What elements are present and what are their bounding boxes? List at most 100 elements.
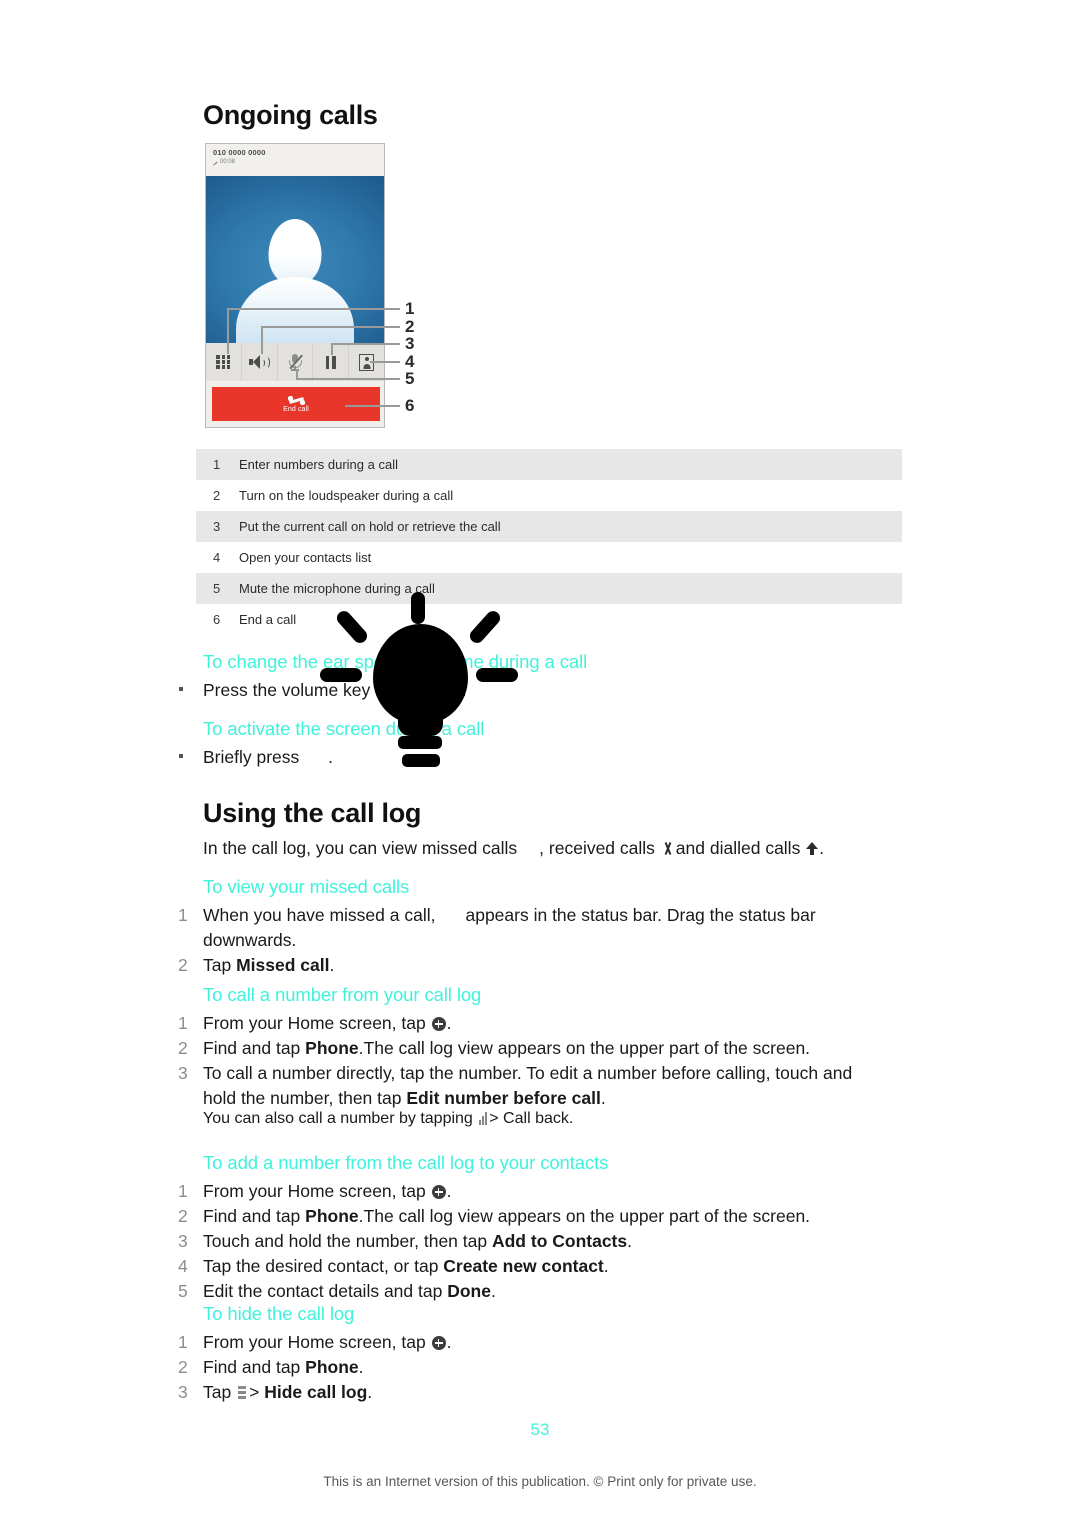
step-text-bold: Phone — [305, 1038, 359, 1058]
table-row: 2 Turn on the loudspeaker during a call — [196, 480, 902, 511]
options-menu-icon — [479, 1112, 488, 1125]
step-text-suffix: . — [490, 1281, 496, 1301]
list-item: 2 Tap Missed call. — [178, 953, 888, 978]
lightbulb-glass — [373, 624, 468, 724]
step-text-suffix: . — [329, 955, 335, 975]
step-text-prefix: Tap the desired contact, or tap — [203, 1256, 439, 1276]
step-text-suffix: . — [603, 1256, 609, 1276]
call-log-intro-text: In the call log, you can view missed cal… — [203, 836, 903, 861]
bullet-text-prefix: Briefly press — [203, 747, 300, 767]
step-text-bold: Create new contact — [443, 1256, 604, 1276]
step-number: 1 — [178, 1013, 188, 1033]
list-item: 3 Touch and hold the number, then tap Ad… — [178, 1229, 888, 1254]
legend-number: 5 — [213, 581, 221, 596]
footer-copyright-note: This is an Internet version of this publ… — [323, 1474, 757, 1489]
end-call-icon — [286, 395, 306, 406]
step-text: Tap > Hide call log. — [203, 1380, 888, 1405]
step-text: To call a number directly, tap the numbe… — [203, 1061, 888, 1111]
table-row: 1 Enter numbers during a call — [196, 449, 902, 480]
speaker-icon — [249, 355, 270, 370]
mute-microphone-button[interactable] — [278, 343, 314, 381]
list-item: 1 From your Home screen, tap . — [178, 1330, 888, 1355]
bullet-dot-icon — [179, 754, 183, 758]
step-text: Edit the contact details and tap Done. — [203, 1279, 888, 1304]
step-text-bold: Add to Contacts — [491, 1231, 628, 1251]
bullet-text-suffix: . — [328, 747, 334, 767]
page-title-ongoing-calls: Ongoing calls — [203, 100, 378, 130]
heading-activate-screen-during-call: To activate the screen during a call — [203, 718, 485, 739]
legend-text: Put the current call on hold or retrieve… — [239, 519, 501, 534]
callout-number-4: 4 — [405, 352, 415, 371]
step-text-prefix: From your Home screen, tap — [203, 1181, 426, 1201]
phone-number-label: 010 0000 0000 — [213, 148, 266, 157]
step-text-suffix: . — [446, 1013, 452, 1033]
step-text: When you have missed a call, appears in t… — [203, 903, 888, 953]
heading-view-missed-calls: To view your missed calls — [203, 876, 410, 897]
step-text-prefix: Find and tap — [203, 1357, 301, 1377]
step-number: 1 — [178, 1332, 188, 1352]
step-text: Touch and hold the number, then tap Add … — [203, 1229, 888, 1254]
intro-part-1: In the call log, you can view missed cal… — [203, 838, 518, 858]
bullet-text: Press the volume key up or down. — [203, 680, 467, 700]
list-item: 2 Find and tap Phone.The call log view a… — [178, 1204, 888, 1229]
list-item: 1 When you have missed a call, appears in… — [178, 903, 888, 953]
callout-number-1: 1 — [405, 299, 415, 318]
keypad-button[interactable] — [206, 343, 242, 381]
intro-part-4: . — [819, 838, 825, 858]
step-text-bold: Edit number before call — [406, 1088, 601, 1108]
dialled-call-icon — [806, 842, 819, 855]
step-text: Tap the desired contact, or tap Create n… — [203, 1254, 888, 1279]
step-number: 2 — [178, 1206, 188, 1226]
step-text-suffix: . — [627, 1231, 632, 1251]
step-text-prefix: Find and tap — [203, 1206, 301, 1226]
page-number: 53 — [530, 1420, 550, 1439]
home-apps-icon — [431, 1185, 446, 1199]
received-call-icon — [662, 842, 674, 855]
step-text-prefix: From your Home screen, tap — [203, 1332, 426, 1352]
callout-number-5: 5 — [405, 369, 415, 388]
step-text-suffix: . — [446, 1181, 452, 1201]
step-number: 2 — [178, 1038, 188, 1058]
phone-status-header: 010 0000 0000 00:08 — [206, 144, 384, 176]
legend-number: 6 — [213, 612, 221, 627]
page-title-using-call-log: Using the call log — [203, 798, 422, 828]
loudspeaker-button[interactable] — [242, 343, 278, 381]
step-text-suffix: . — [358, 1357, 364, 1377]
document-page: Ongoing calls 010 0000 0000 00:08 End ca… — [0, 0, 1080, 1527]
end-call-button[interactable]: End call — [212, 387, 380, 421]
list-item: 5 Edit the contact details and tap Done. — [178, 1279, 888, 1304]
avatar-head — [268, 219, 322, 285]
legend-text: End a call — [239, 612, 297, 627]
callout-number-2: 2 — [405, 317, 415, 336]
heading-hide-call-log: To hide the call log — [203, 1303, 355, 1324]
step-text-bold: Hide call log — [264, 1382, 368, 1402]
avatar-body — [236, 277, 354, 343]
step-number: 2 — [178, 955, 188, 975]
bullet-briefly-press: Briefly press . — [179, 745, 683, 770]
list-item: 2 Find and tap Phone.The call log view a… — [178, 1036, 888, 1061]
step-text-suffix: . — [600, 1088, 606, 1108]
callout-number-3: 3 — [405, 334, 415, 353]
heading-change-ear-speaker-volume: To change the ear speaker volume during … — [203, 651, 588, 672]
step-text-prefix: When you have missed a call, — [203, 905, 436, 925]
step-text: Find and tap Phone. — [203, 1355, 888, 1380]
step-text-bold: Phone — [305, 1357, 359, 1377]
open-contacts-button[interactable] — [349, 343, 384, 381]
list-item: 3 Tap > Hide call log. — [178, 1380, 888, 1405]
legend-text: Mute the microphone during a call — [239, 581, 435, 596]
step-text: From your Home screen, tap . — [203, 1011, 888, 1036]
bullet-dot-icon — [179, 687, 183, 691]
table-row: 4 Open your contacts list — [196, 542, 902, 573]
step-text-prefix: Tap — [203, 955, 232, 975]
step-text-prefix: Touch and hold the number, then tap — [203, 1231, 488, 1251]
legend-number: 4 — [213, 550, 221, 565]
call-timer-value: 00:08 — [220, 159, 236, 165]
steps-add-number-to-contacts: 1 From your Home screen, tap . 2 Find an… — [178, 1179, 888, 1304]
note-prefix: You can also call a number by tapping — [203, 1110, 473, 1127]
phone-contact-photo-area — [206, 176, 384, 343]
hold-call-button[interactable] — [313, 343, 350, 381]
bullet-press-volume-key: Press the volume key up or down. — [179, 678, 683, 703]
list-item: 1 From your Home screen, tap . — [178, 1011, 888, 1036]
legend-number: 1 — [213, 457, 221, 472]
note-call-back: You can also call a number by tapping > … — [203, 1107, 903, 1131]
